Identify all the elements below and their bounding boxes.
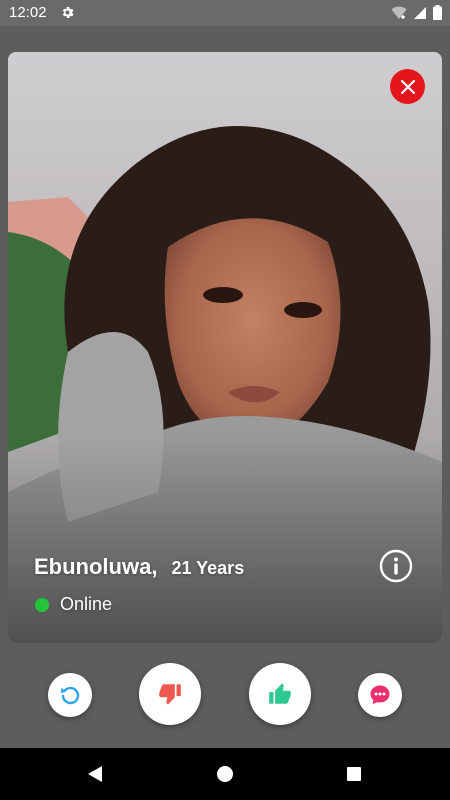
signal-icon <box>414 6 426 19</box>
profile-name-row: Ebunoluwa, 21 Years <box>34 554 244 580</box>
recents-icon[interactable] <box>347 767 361 781</box>
status-icons <box>391 5 442 20</box>
close-button[interactable] <box>390 69 425 104</box>
dislike-button[interactable] <box>139 663 201 725</box>
wifi-icon <box>391 6 407 19</box>
home-icon[interactable] <box>217 766 233 782</box>
battery-icon <box>433 5 442 20</box>
online-dot <box>35 597 49 612</box>
online-status: Online <box>35 594 112 615</box>
thumbs-down-icon <box>159 684 181 705</box>
undo-button[interactable] <box>48 673 92 717</box>
like-button[interactable] <box>249 663 311 725</box>
profile-name: Ebunoluwa, <box>34 554 158 579</box>
profile-card[interactable]: Ebunoluwa, 21 Years Online <box>8 52 442 643</box>
close-icon <box>400 79 415 94</box>
online-status-label: Online <box>60 594 113 614</box>
status-bar: 12:02 <box>0 0 450 26</box>
chat-button[interactable] <box>358 673 402 717</box>
thumbs-up-icon <box>269 683 291 704</box>
info-icon[interactable] <box>379 549 413 583</box>
navigation-bar <box>0 748 450 800</box>
back-icon[interactable] <box>87 765 103 783</box>
profile-age: 21 Years <box>171 558 245 578</box>
gear-icon <box>62 7 74 18</box>
status-time: 12:02 <box>9 4 47 21</box>
undo-icon <box>60 686 80 705</box>
chat-icon <box>370 685 390 705</box>
